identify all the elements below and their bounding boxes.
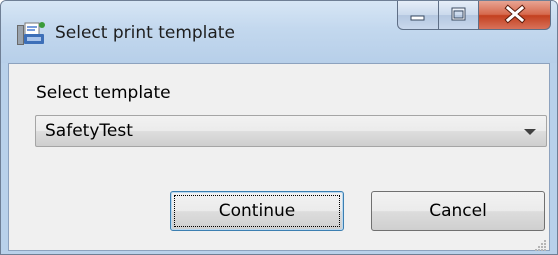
cancel-button-label: Cancel: [429, 201, 487, 221]
continue-button[interactable]: Continue: [170, 191, 344, 231]
maximize-button[interactable]: [439, 1, 479, 30]
template-select[interactable]: SafetyTest: [35, 115, 547, 147]
template-select-value: SafetyTest: [45, 121, 133, 141]
dialog-window: Select print template Select template Sa…: [0, 0, 558, 255]
chevron-down-icon[interactable]: [524, 129, 536, 135]
template-label: Select template: [36, 83, 171, 103]
resize-grip-icon[interactable]: [535, 236, 547, 251]
title-bar[interactable]: Select print template: [1, 1, 557, 63]
cancel-button[interactable]: Cancel: [371, 191, 545, 231]
window-title: Select print template: [55, 23, 235, 43]
caption-buttons: [397, 1, 551, 31]
continue-button-label: Continue: [218, 201, 296, 221]
minimize-button[interactable]: [397, 1, 439, 30]
printer-template-icon: [15, 21, 47, 47]
dialog-content: Select template SafetyTest Continue Canc…: [8, 63, 550, 251]
close-button[interactable]: [479, 1, 551, 30]
